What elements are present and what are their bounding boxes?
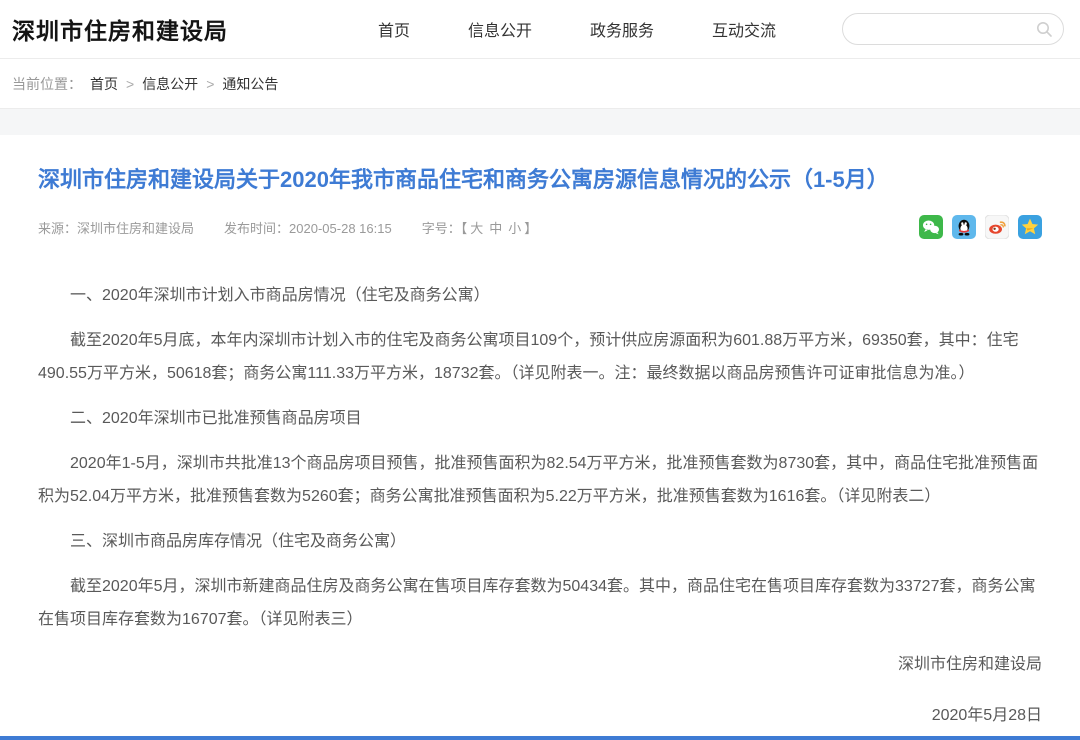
section-divider-band	[0, 109, 1080, 135]
meta-time-value: 2020-05-28 16:15	[289, 221, 392, 236]
search-input[interactable]	[853, 21, 1036, 38]
signature-agency: 深圳市住房和建设局	[38, 648, 1042, 681]
nav-item-home[interactable]: 首页	[378, 17, 410, 41]
meta-source-label: 来源：	[38, 221, 77, 236]
site-logo[interactable]: 深圳市住房和建设局	[12, 12, 228, 46]
meta-time-label: 发布时间：	[224, 221, 289, 236]
breadcrumb-item-info-disclosure[interactable]: 信息公开	[142, 74, 198, 94]
qq-icon[interactable]	[952, 215, 976, 239]
search-box[interactable]	[842, 13, 1064, 45]
meta-source: 来源：深圳市住房和建设局	[38, 218, 194, 237]
qzone-icon[interactable]	[1018, 215, 1042, 239]
font-size-large-button[interactable]: 大	[470, 221, 483, 236]
font-size-bracket-open: 【	[461, 221, 468, 236]
meta-publish-time: 发布时间：2020-05-28 16:15	[224, 218, 392, 237]
breadcrumb: 当前位置： 首页 > 信息公开 > 通知公告	[0, 59, 1080, 109]
page-title: 深圳市住房和建设局关于2020年我市商品住宅和商务公寓房源信息情况的公示（1-5…	[38, 165, 1042, 195]
weibo-icon[interactable]	[985, 215, 1009, 239]
breadcrumb-item-home[interactable]: 首页	[90, 74, 118, 94]
nav-item-info-disclosure[interactable]: 信息公开	[468, 17, 532, 41]
font-size-medium-button[interactable]: 中	[489, 221, 502, 236]
breadcrumb-separator: >	[206, 76, 214, 92]
meta-source-value: 深圳市住房和建设局	[77, 221, 194, 236]
breadcrumb-separator: >	[126, 76, 134, 92]
font-size-bracket-close: 】	[524, 221, 537, 236]
meta-font-size: 字号：【大中小】	[422, 218, 538, 237]
font-size-label: 字号：	[422, 221, 461, 236]
main-nav: 首页 信息公开 政务服务 互动交流	[378, 17, 776, 41]
breadcrumb-label: 当前位置：	[12, 74, 82, 94]
article-body: 一、2020年深圳市计划入市商品房情况（住宅及商务公寓） 截至2020年5月底，…	[38, 279, 1042, 636]
breadcrumb-item-notices[interactable]: 通知公告	[222, 74, 278, 94]
font-size-small-button[interactable]: 小	[508, 221, 521, 236]
article-meta: 来源：深圳市住房和建设局 发布时间：2020-05-28 16:15 字号：【大…	[38, 215, 1042, 239]
paragraph-approved-presale: 2020年1-5月，深圳市共批准13个商品房项目预售，批准预售面积为82.54万…	[38, 447, 1042, 513]
section-heading-2: 二、2020年深圳市已批准预售商品房项目	[38, 402, 1042, 435]
wechat-icon[interactable]	[919, 215, 943, 239]
paragraph-planned-supply: 截至2020年5月底，本年内深圳市计划入市的住宅及商务公寓项目109个，预计供应…	[38, 324, 1042, 390]
signature-date: 2020年5月28日	[38, 699, 1042, 732]
site-header: 深圳市住房和建设局 首页 信息公开 政务服务 互动交流	[0, 0, 1080, 59]
article: 深圳市住房和建设局关于2020年我市商品住宅和商务公寓房源信息情况的公示（1-5…	[0, 165, 1080, 732]
search-icon[interactable]	[1036, 21, 1053, 38]
nav-item-interaction[interactable]: 互动交流	[712, 17, 776, 41]
share-bar	[919, 215, 1042, 239]
section-heading-3: 三、深圳市商品房库存情况（住宅及商务公寓）	[38, 525, 1042, 558]
section-heading-1: 一、2020年深圳市计划入市商品房情况（住宅及商务公寓）	[38, 279, 1042, 312]
paragraph-inventory: 截至2020年5月，深圳市新建商品住房及商务公寓在售项目库存套数为50434套。…	[38, 570, 1042, 636]
nav-item-gov-services[interactable]: 政务服务	[590, 17, 654, 41]
bottom-accent-bar	[0, 736, 1080, 740]
